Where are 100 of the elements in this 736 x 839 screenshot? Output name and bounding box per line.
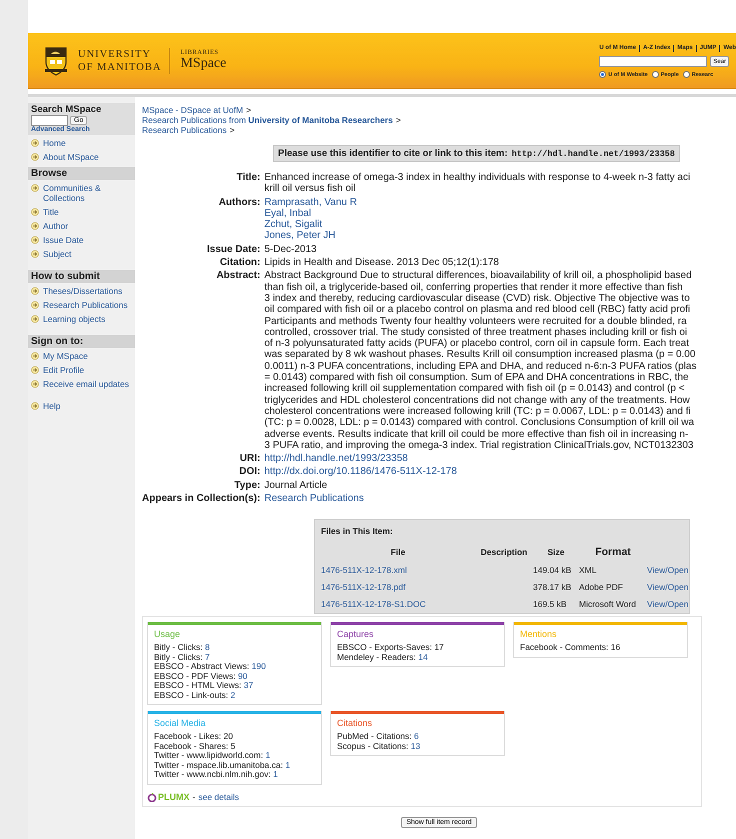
metric-label: Scopus - Citations: (337, 740, 408, 751)
metadata-link[interactable]: Eyal, Inbal (264, 208, 736, 220)
column-header: File (390, 547, 406, 558)
sidebar-link[interactable]: Theses/Dissertations (43, 286, 122, 296)
metric-count[interactable]: 7 (205, 652, 210, 662)
sidebar-heading: How to submit (28, 270, 135, 283)
metadata-value: than fish oil, a triglyceride-based oil, conferring properties that render it more effective than fish (264, 282, 684, 293)
metadata-value: = 0.0143) compared with fish oil consumption. Sum of EPA and DHA concentrations in RBC, the (264, 372, 690, 384)
files-title: Files in This Item: (321, 526, 394, 536)
metric-count: 17 (434, 642, 444, 652)
sidebar-link[interactable]: Learning objects (43, 314, 106, 324)
file-link[interactable]: 1476-511X-12-178-S1.DOC (321, 599, 475, 610)
metric-label: Twitter - www.lipidworld.com: (154, 750, 264, 760)
search-field[interactable] (31, 115, 68, 126)
plumx-separator: - (192, 793, 196, 803)
metric-title: Citations (337, 719, 374, 730)
metadata-label: Authors: (218, 196, 260, 210)
metric-count[interactable]: 6 (414, 731, 419, 742)
metric-label: EBSCO - HTML Views: (154, 680, 242, 690)
arrow-circle-icon (31, 236, 39, 244)
metadata-value: oil compared with fish oil or a placebo control on plasma and red blood cell (RBC) fatty acid profi (264, 304, 692, 316)
sidebar-link[interactable]: Author (43, 221, 68, 231)
sidebar-link[interactable]: About MSpace (43, 152, 99, 162)
metadata-label: URI: (238, 453, 260, 464)
sidebar-heading: Browse (28, 167, 135, 180)
metric-count[interactable]: 37 (244, 680, 254, 690)
metric-count[interactable]: 1 (285, 760, 290, 770)
file-link[interactable]: 1476-511X-12-178.pdf (321, 582, 475, 592)
metric-label: EBSCO - Exports-Saves: (337, 642, 432, 652)
metadata-link[interactable]: Jones, Peter JH (264, 230, 736, 242)
breadcrumb-link[interactable]: Research Publications (142, 125, 227, 135)
metric-count[interactable]: 190 (252, 661, 266, 672)
metric-title: Social Media (154, 719, 207, 730)
metadata-value: increased following krill oil supplementation compared with fish oil (p = 0.0143) and control (p < (264, 383, 686, 395)
metadata-value: was separated by 8 wk washout phases. Results Krill oil consumption increased plasma (p = 0.00 (264, 349, 696, 361)
view-open-link[interactable]: View/Open (647, 565, 689, 576)
breadcrumb-separator: > (230, 125, 235, 135)
radio-button[interactable] (652, 71, 659, 78)
sidebar-link[interactable]: Communities & Collections (43, 183, 132, 203)
metadata-link[interactable]: Ramprasath, Vanu R (264, 196, 736, 208)
file-link[interactable]: 1476-511X-12-178.xml (321, 565, 475, 576)
metadata-value: Enhanced increase of omega-3 index in healthy individuals with response to 4-week n-3 fatty aci (264, 172, 692, 184)
metric-label: EBSCO - PDF Views: (154, 670, 236, 681)
metadata-link[interactable]: http://hdl.handle.net/1993/23358 (264, 453, 736, 464)
file-format: XML (579, 565, 598, 576)
plum-icon (147, 793, 157, 802)
metadata-value: of n-3 polyunsaturated fatty acids (PUFA) or placebo control, corn oil in capsule form. Each treat (264, 338, 690, 350)
site-name: MSpace (180, 56, 226, 72)
metadata-link[interactable]: Research Publications (264, 493, 736, 504)
arrow-circle-icon (31, 139, 39, 147)
metadata-value: 5-Dec-2013 (264, 244, 318, 256)
sidebar-link[interactable]: Subject (43, 249, 72, 259)
sidebar-link[interactable]: Research Publications (43, 300, 128, 310)
sidebar-link[interactable]: Help (43, 401, 60, 411)
sidebar-link[interactable]: Issue Date (43, 235, 84, 245)
metric-label: Facebook - Comments: (520, 642, 608, 652)
radio-button[interactable] (599, 71, 606, 78)
metric-count[interactable]: 2 (230, 690, 236, 700)
metric-count: 20 (223, 731, 233, 742)
metric-label: Bitly - Clicks: (154, 652, 203, 662)
view-open-link[interactable]: View/Open (647, 599, 689, 610)
sidebar-link[interactable]: Receive email updates (43, 379, 129, 389)
university-name: UNIVERSITY (78, 48, 152, 60)
metric-label: PubMed - Citations: (337, 731, 412, 742)
metadata-label: Citation: (218, 257, 260, 268)
metric-count[interactable]: 13 (410, 740, 420, 751)
search-field[interactable] (599, 56, 708, 67)
metric-count: 5 (230, 740, 236, 751)
metric-count[interactable]: 90 (238, 670, 248, 681)
arrow-circle-icon (31, 208, 39, 216)
sidebar-link[interactable]: Home (43, 138, 66, 148)
sidebar-link[interactable]: My MSpace (43, 351, 88, 361)
arrow-circle-icon (31, 380, 39, 388)
arrow-circle-icon (31, 352, 39, 360)
metric-count[interactable]: 8 (205, 642, 210, 652)
metric-title: Mentions (520, 630, 558, 640)
metadata-label: Type: (233, 480, 260, 492)
metadata-value: Lipids in Health and Disease. 2013 Dec 05;12(1):178 (264, 257, 500, 268)
breadcrumb-link[interactable]: Research Publications from University of Manitoba Researchers (142, 115, 393, 125)
view-open-link[interactable]: View/Open (647, 582, 689, 592)
metadata-link[interactable]: http://dx.doi.org/10.1186/1476-511X-12-178 (264, 466, 736, 478)
see-details-link[interactable]: see details (198, 793, 239, 803)
metric-count[interactable]: 14 (418, 652, 428, 662)
metric-count[interactable]: 1 (265, 750, 270, 760)
arrow-circle-icon (31, 287, 39, 295)
metric-label: Facebook - Shares: (154, 740, 228, 751)
sidebar-link[interactable]: Title (43, 207, 59, 217)
metadata-value: krill oil versus fish oil (264, 183, 356, 195)
radio-button[interactable] (682, 71, 690, 78)
metric-label: EBSCO - Link-outs: (154, 690, 228, 700)
metadata-value: Participants and methods Twenty four healthy volunteers were recruited for a double blinded, ra (264, 316, 688, 327)
file-format: Adobe PDF (579, 582, 624, 592)
sidebar-link[interactable]: Edit Profile (43, 365, 84, 375)
sidebar-heading: Sign on to: (28, 335, 135, 348)
metric-count[interactable]: 1 (273, 769, 278, 780)
metadata-link[interactable]: Zchut, Sigalit (264, 219, 736, 230)
arrow-circle-icon (31, 153, 39, 161)
breadcrumb-link[interactable]: MSpace - DSpace at UofM (142, 105, 244, 115)
metadata-value: Journal Article (264, 480, 328, 492)
metric-label: Facebook - Likes: (154, 731, 222, 742)
